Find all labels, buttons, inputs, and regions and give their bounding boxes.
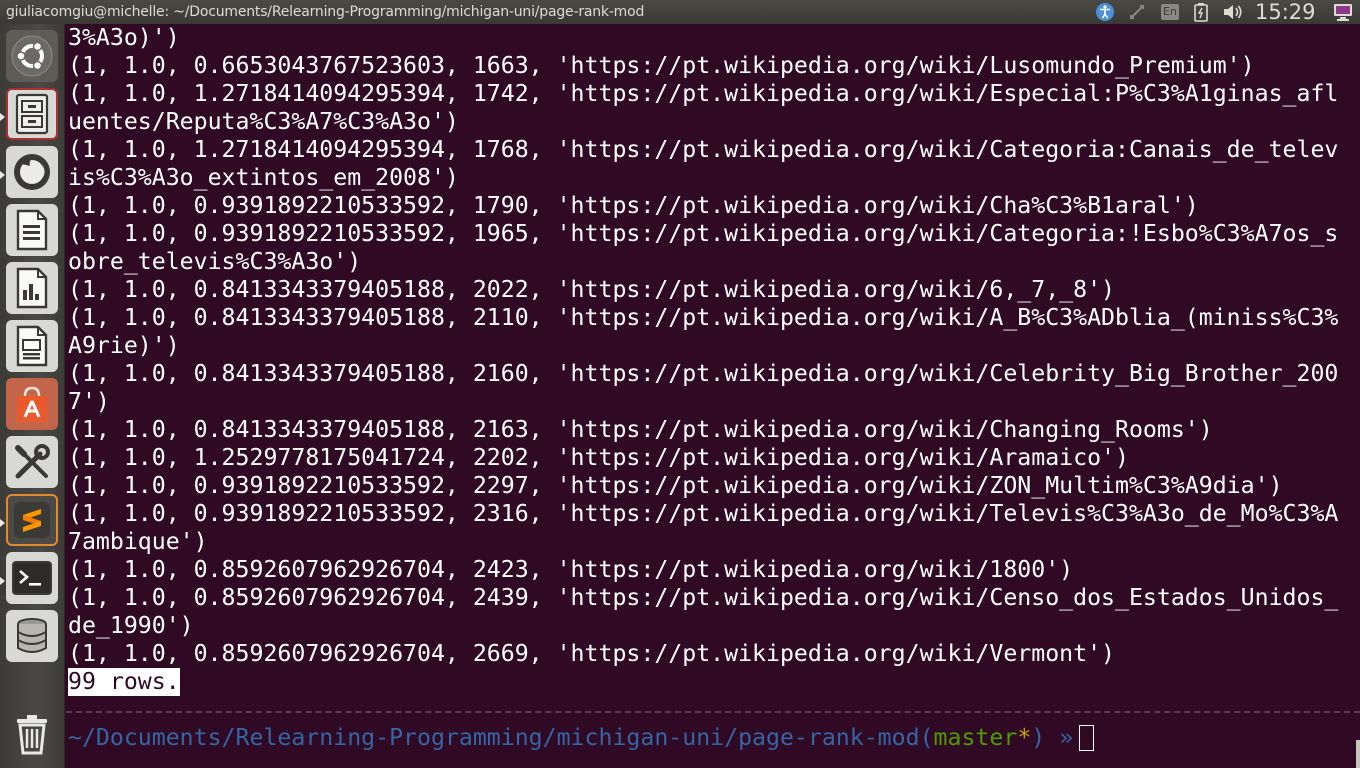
accessibility-icon[interactable] bbox=[1094, 2, 1116, 22]
sublime-icon bbox=[14, 502, 50, 538]
database-button[interactable] bbox=[6, 610, 58, 662]
presentation-icon bbox=[16, 325, 48, 367]
output-line: (1, 1.0, 0.8592607962926704, 2439, 'http… bbox=[68, 584, 1339, 611]
window-title: giuliacomgiu@michelle: ~/Documents/Relea… bbox=[6, 4, 645, 20]
running-indicator bbox=[0, 170, 5, 180]
output-line: (1, 1.0, 1.2718414094295394, 1768, 'http… bbox=[68, 136, 1339, 163]
battery-icon[interactable] bbox=[1191, 2, 1211, 22]
prompt-divider bbox=[66, 711, 1360, 713]
prompt-open-paren: ( bbox=[919, 724, 934, 751]
launcher bbox=[0, 24, 65, 768]
terminal-scrollbar[interactable] bbox=[1356, 740, 1360, 768]
volume-icon[interactable] bbox=[1221, 2, 1245, 22]
running-indicator bbox=[0, 112, 5, 122]
software-center-button[interactable] bbox=[6, 378, 58, 430]
top-panel: giuliacomgiu@michelle: ~/Documents/Relea… bbox=[0, 0, 1360, 24]
trash-icon bbox=[17, 715, 47, 755]
writer-button[interactable] bbox=[6, 204, 58, 256]
firefox-button[interactable] bbox=[6, 146, 58, 198]
output-line: (1, 1.0, 0.8413343379405188, 2022, 'http… bbox=[68, 276, 1116, 303]
calc-button[interactable] bbox=[6, 262, 58, 314]
running-indicator bbox=[0, 576, 5, 586]
trash-button[interactable] bbox=[6, 708, 58, 760]
session-icon[interactable] bbox=[1330, 2, 1356, 22]
output-line: (1, 1.0, 0.8413343379405188, 2110, 'http… bbox=[68, 304, 1339, 331]
terminal-output[interactable]: 3%A3o)') (1, 1.0, 0.6653043767523603, 16… bbox=[66, 24, 1360, 768]
prompt-close-paren: ) bbox=[1031, 724, 1046, 751]
files-button[interactable] bbox=[6, 88, 58, 140]
prompt-dirty-marker: * bbox=[1017, 724, 1032, 751]
output-line: (1, 1.0, 0.8592607962926704, 2423, 'http… bbox=[68, 556, 1074, 583]
output-line: de_1990') bbox=[68, 612, 194, 639]
output-line: 7') bbox=[68, 388, 110, 415]
keyboard-icon[interactable]: En bbox=[1158, 2, 1182, 22]
output-line: A9rie)') bbox=[68, 332, 180, 359]
output-line: (1, 1.0, 0.6653043767523603, 1663, 'http… bbox=[68, 52, 1255, 79]
output-line: uentes/Reputa%C3%A7%C3%A3o') bbox=[68, 108, 459, 135]
output-line: obre_televis%C3%A3o') bbox=[68, 248, 362, 275]
output-line: (1, 1.0, 0.8413343379405188, 2163, 'http… bbox=[68, 416, 1213, 443]
clock[interactable]: 15:29 bbox=[1255, 0, 1316, 24]
file-cabinet-icon bbox=[15, 93, 49, 135]
output-line: (1, 1.0, 0.9391892210533592, 1790, 'http… bbox=[68, 192, 1199, 219]
spreadsheet-icon bbox=[16, 267, 48, 309]
database-icon bbox=[17, 618, 47, 653]
output-line: is%C3%A3o_extintos_em_2008') bbox=[68, 164, 459, 191]
rows-summary: 99 rows. bbox=[68, 668, 180, 696]
prompt-path: ~/Documents/Relearning-Programming/michi… bbox=[68, 724, 920, 751]
output-line: 3%A3o)') bbox=[68, 24, 180, 51]
network-icon[interactable] bbox=[1126, 2, 1148, 22]
running-indicator bbox=[0, 518, 5, 528]
output-line: (1, 1.0, 0.9391892210533592, 1965, 'http… bbox=[68, 220, 1339, 247]
prompt-git-branch: master bbox=[933, 724, 1018, 751]
output-line: (1, 1.0, 0.9391892210533592, 2316, 'http… bbox=[68, 500, 1339, 527]
keyboard-layout-label: En bbox=[1161, 4, 1179, 20]
impress-button[interactable] bbox=[6, 320, 58, 372]
firefox-icon bbox=[14, 154, 50, 190]
output-line: (1, 1.0, 0.8413343379405188, 2160, 'http… bbox=[68, 360, 1339, 387]
terminal-cursor bbox=[1079, 725, 1095, 751]
sublime-text-button[interactable] bbox=[6, 494, 58, 546]
terminal-button[interactable] bbox=[6, 552, 58, 604]
prompt-arrow: » bbox=[1059, 724, 1074, 751]
dash-button[interactable] bbox=[6, 30, 58, 82]
document-icon bbox=[16, 209, 48, 251]
system-settings-button[interactable] bbox=[6, 436, 58, 488]
output-line: (1, 1.0, 1.2529778175041724, 2202, 'http… bbox=[68, 444, 1129, 471]
output-line: (1, 1.0, 0.9391892210533592, 2297, 'http… bbox=[68, 472, 1283, 499]
terminal-icon bbox=[12, 561, 52, 595]
output-line: (1, 1.0, 1.2718414094295394, 1742, 'http… bbox=[68, 80, 1339, 107]
output-line: 7ambique') bbox=[68, 528, 208, 555]
shell-prompt[interactable]: ~/Documents/Relearning-Programming/michi… bbox=[68, 724, 1095, 752]
shopping-bag-icon bbox=[17, 386, 47, 422]
wrench-screwdriver-icon bbox=[15, 444, 50, 479]
output-line: (1, 1.0, 0.8592607962926704, 2669, 'http… bbox=[68, 640, 1116, 667]
ubuntu-logo-icon bbox=[11, 35, 53, 77]
